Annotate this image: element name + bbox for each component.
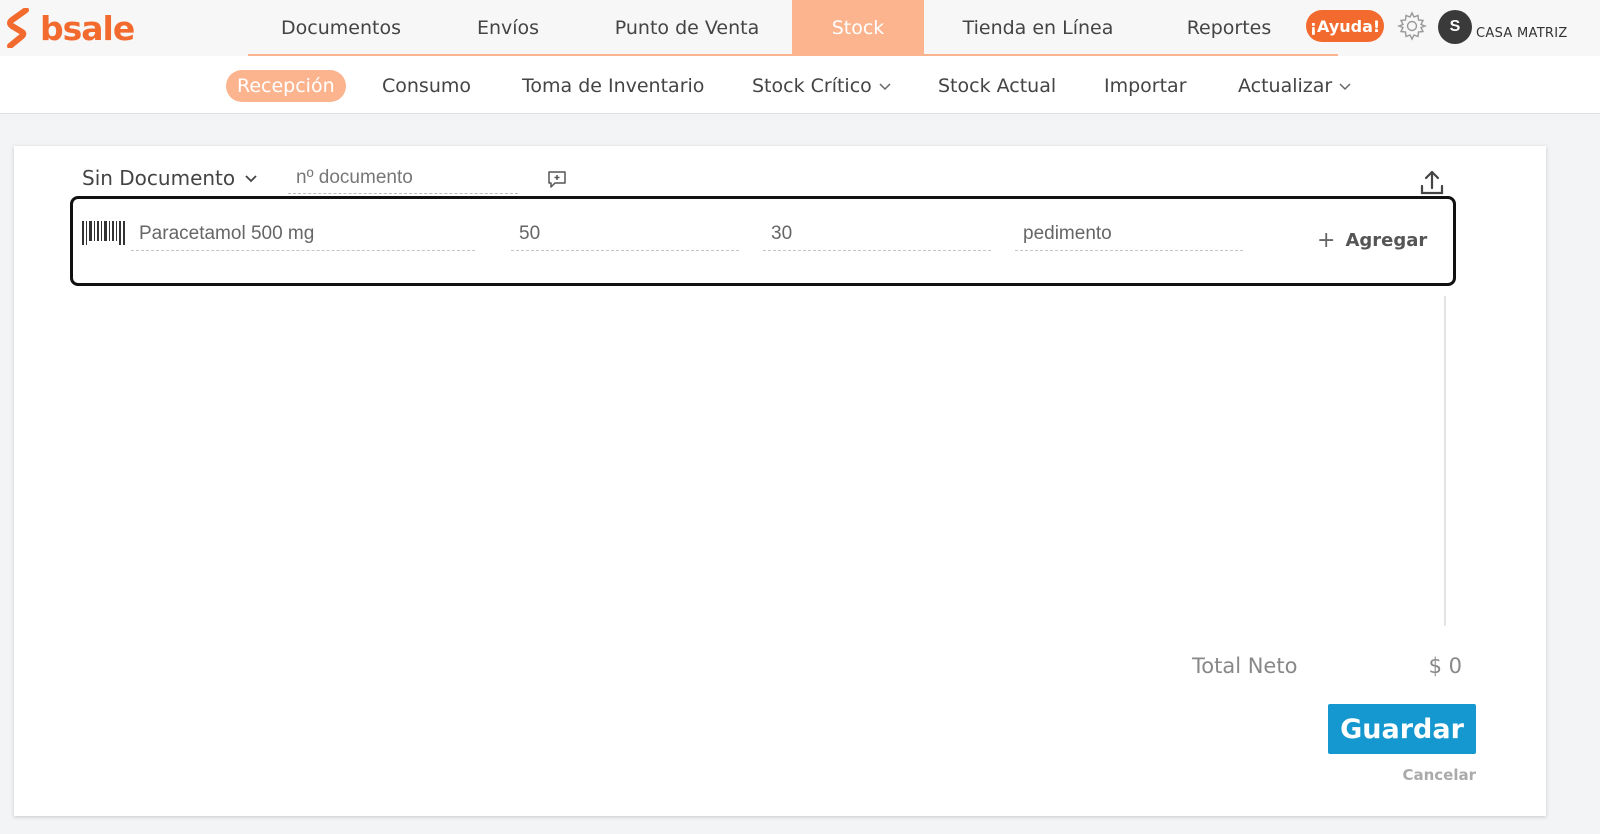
add-product-button[interactable]: + Agregar (1317, 225, 1427, 255)
total-neto-value: $ 0 (1428, 654, 1462, 678)
document-type-label: Sin Documento (82, 166, 236, 190)
chevron-down-icon (1339, 83, 1351, 91)
unit-cost-input[interactable] (763, 217, 991, 251)
subnav-item-importar[interactable]: Importar (1104, 70, 1187, 102)
reception-card: Sin Documento + Agregar (14, 146, 1546, 816)
help-button[interactable]: ¡Ayuda! (1306, 10, 1384, 42)
chevron-down-icon (879, 83, 891, 91)
document-number-input[interactable] (288, 162, 518, 194)
product-search-input[interactable] (131, 217, 475, 251)
note-input[interactable] (1015, 217, 1243, 251)
nav-item-envios[interactable]: Envíos (434, 0, 582, 56)
subnav-item-toma-de-inventario[interactable]: Toma de Inventario (522, 70, 704, 102)
subnav-label: Toma de Inventario (522, 75, 705, 97)
subnav-item-stock-actual[interactable]: Stock Actual (938, 70, 1056, 102)
bsale-logo-icon (7, 8, 29, 48)
sub-bar: Recepción Consumo Toma de Inventario Sto… (0, 56, 1600, 114)
chevron-down-icon (245, 175, 257, 183)
quantity-input[interactable] (511, 217, 739, 251)
subnav-item-recepcion[interactable]: Recepción (226, 70, 346, 102)
plus-icon: + (1317, 227, 1336, 253)
main-nav: Documentos Envíos Punto de Venta Stock T… (248, 0, 1306, 56)
cancel-link[interactable]: Cancelar (1394, 766, 1476, 784)
nav-item-punto-de-venta[interactable]: Punto de Venta (582, 0, 792, 56)
product-entry-row: + Agregar (70, 196, 1456, 286)
subnav-item-actualizar[interactable]: Actualizar (1238, 70, 1352, 102)
subnav-label: Actualizar (1238, 75, 1333, 97)
comment-add-icon[interactable] (546, 168, 568, 190)
brand-name: bsale (40, 8, 135, 48)
bsale-logo[interactable]: bsale (6, 6, 146, 50)
avatar[interactable]: S (1438, 10, 1472, 44)
save-button[interactable]: Guardar (1328, 704, 1476, 754)
subnav-item-consumo[interactable]: Consumo (382, 70, 471, 102)
document-type-dropdown[interactable]: Sin Documento (82, 166, 259, 190)
nav-item-reportes[interactable]: Reportes (1152, 0, 1306, 56)
nav-item-tienda-en-linea[interactable]: Tienda en Línea (924, 0, 1152, 56)
sub-nav: Recepción Consumo Toma de Inventario Sto… (0, 56, 1600, 114)
subnav-label: Consumo (382, 75, 472, 97)
subnav-item-stock-critico[interactable]: Stock Crítico (752, 70, 892, 102)
add-product-label: Agregar (1345, 229, 1428, 251)
nav-item-stock[interactable]: Stock (792, 0, 924, 56)
total-neto-label: Total Neto (1192, 654, 1298, 678)
barcode-icon[interactable] (81, 219, 127, 249)
subnav-label: Recepción (237, 75, 335, 97)
scroll-track[interactable] (1444, 296, 1446, 626)
nav-item-documentos[interactable]: Documentos (248, 0, 434, 56)
subnav-label: Stock Actual (938, 75, 1057, 97)
branch-name[interactable]: CASA MATRIZ (1476, 26, 1568, 41)
subnav-label: Stock Crítico (752, 75, 872, 97)
upload-icon[interactable] (1418, 168, 1446, 198)
top-bar: bsale Documentos Envíos Punto de Venta S… (0, 0, 1600, 56)
gear-icon[interactable] (1396, 10, 1428, 42)
subnav-label: Importar (1104, 75, 1187, 97)
